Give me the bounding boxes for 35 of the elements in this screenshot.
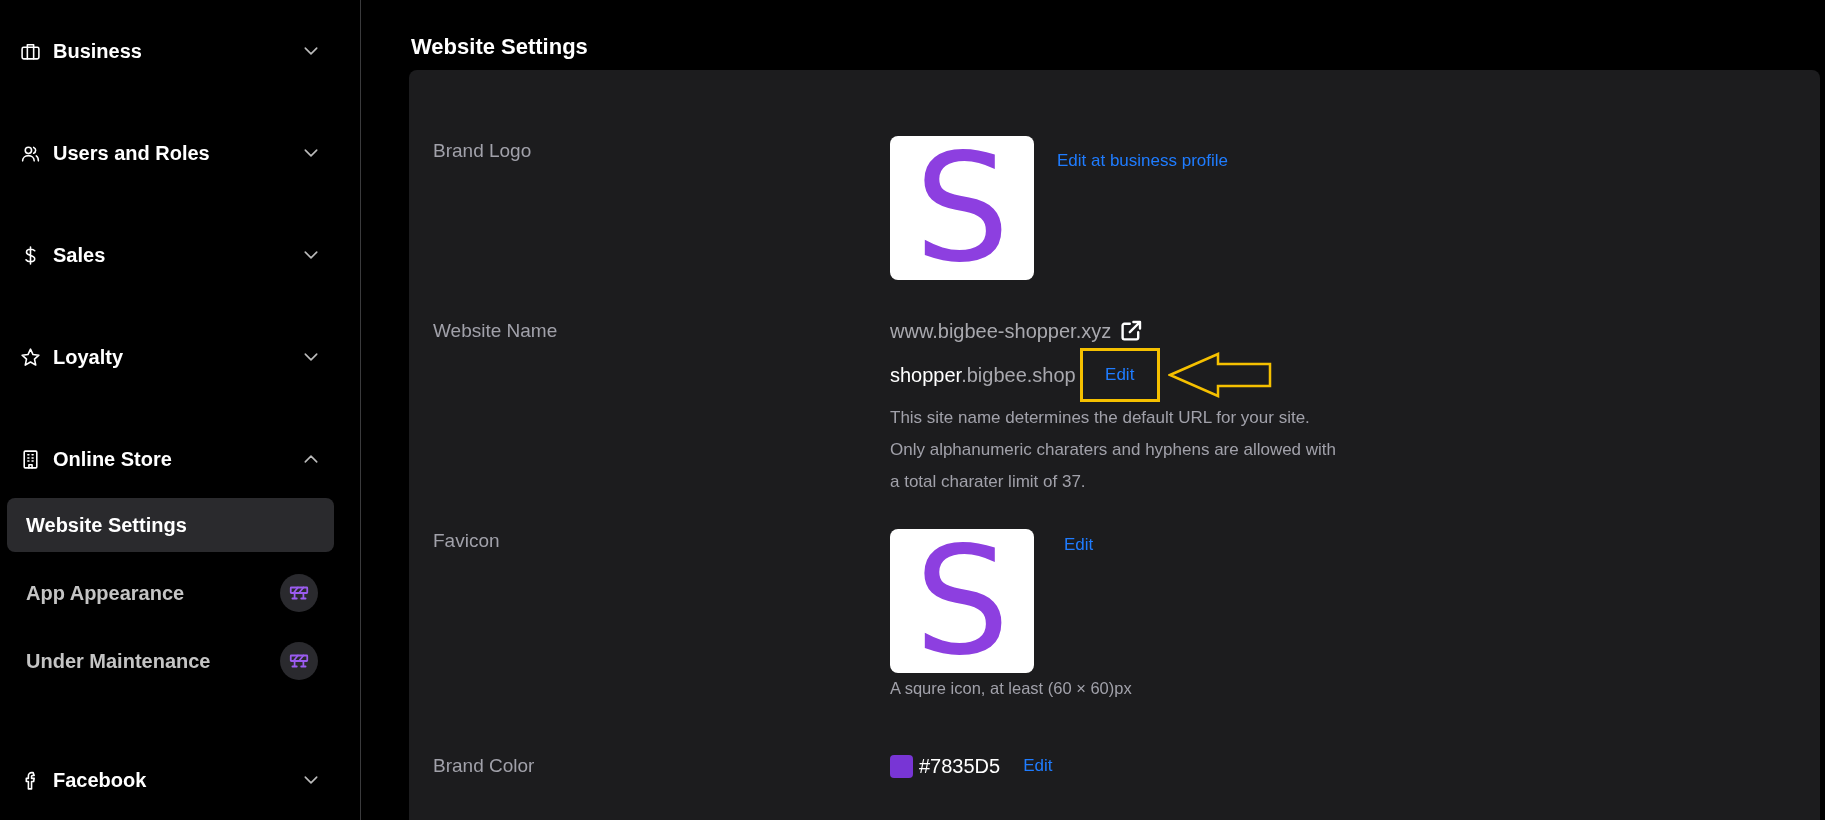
sidebar-group-header[interactable]: Business — [0, 27, 360, 75]
sidebar-group-header[interactable]: Online Store — [0, 435, 360, 483]
setting-label: Favicon — [433, 529, 501, 553]
sidebar-group-label: Sales — [53, 243, 107, 267]
sidebar-group-label: Business — [53, 39, 143, 63]
website-url: www.bigbee-shopper.xyz — [890, 319, 1112, 343]
sidebar-item[interactable]: Under Maintenance — [7, 634, 334, 688]
sidebar-item[interactable]: Website Settings — [7, 498, 334, 552]
edit-link[interactable]: Edit — [1105, 365, 1135, 385]
page-title: Website Settings — [411, 34, 589, 60]
building-icon — [20, 448, 41, 470]
left-arrow-icon — [1167, 352, 1272, 398]
color-value: #7835D5 — [919, 754, 1001, 778]
sidebar-group-header[interactable]: Loyalty — [0, 333, 360, 381]
setting-label: Website Name — [433, 319, 559, 343]
sidebar-group-header[interactable]: Sales — [0, 231, 360, 279]
sidebar-item[interactable]: App Appearance — [7, 566, 334, 620]
edit-link[interactable]: Edit — [1023, 756, 1053, 776]
sidebar-group-label: Online Store — [53, 447, 173, 471]
star-icon — [20, 346, 41, 368]
sidebar-group-label: Loyalty — [53, 345, 125, 369]
brand-logo: S — [890, 136, 1034, 280]
setting-label: Brand Color — [433, 754, 536, 778]
site-address: shopper.bigbee.shop — [890, 363, 1076, 387]
sidebar-group-label: Users and Roles — [53, 141, 211, 165]
sidebar-group-header[interactable]: Facebook — [0, 756, 360, 804]
website-name-description: This site name determines the default URL for your site. Only alphanumeric charaters and hyphens are allowed with a total charater limit of 37. — [890, 407, 1338, 493]
setting-label: Brand Logo — [433, 139, 533, 163]
favicon-image: S — [890, 529, 1034, 673]
edit-business-profile-link[interactable]: Edit at business profile — [1057, 151, 1229, 171]
sidebar-group-header[interactable]: Users and Roles — [0, 129, 360, 177]
edit-link[interactable]: Edit — [1064, 535, 1094, 555]
sidebar-group-label: Facebook — [53, 768, 148, 792]
external-link-icon[interactable] — [1119, 319, 1144, 343]
favicon-caption: A squre icon, at least (60 × 60)px — [890, 679, 1132, 698]
